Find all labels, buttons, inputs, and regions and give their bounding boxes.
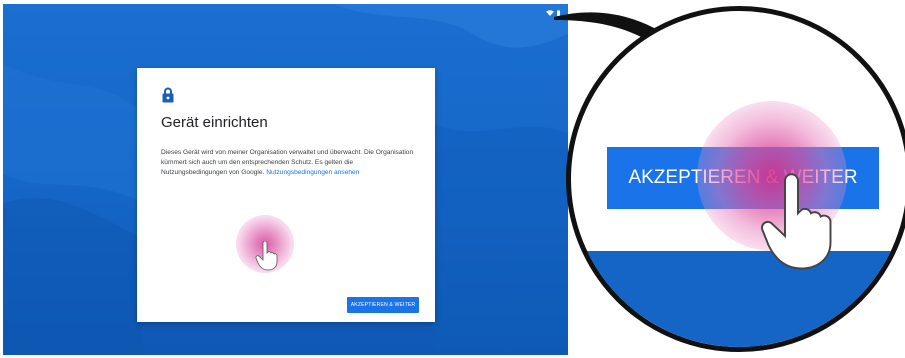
dialog-title: Gerät einrichten (161, 114, 268, 131)
tablet-screen: Gerät einrichten Dieses Gerät wird von m… (3, 4, 568, 355)
magnifier-zoom: AKZEPTIEREN & WEITER (566, 6, 905, 352)
dialog-body: Dieses Gerät wird von meiner Organisatio… (161, 148, 417, 178)
terms-link[interactable]: Nutzungsbedingungen ansehen (266, 169, 359, 176)
zoomed-hand-pointer-icon (761, 173, 832, 270)
tutorial-illustration: Gerät einrichten Dieses Gerät wird von m… (0, 0, 905, 358)
hand-pointer-icon (255, 241, 278, 271)
lock-icon (162, 87, 174, 103)
zoom-background (571, 251, 905, 347)
zoomed-accept-button[interactable]: AKZEPTIEREN & WEITER (607, 147, 879, 209)
accept-continue-button[interactable]: AKZEPTIEREN & WEITER (347, 297, 419, 313)
setup-dialog: Gerät einrichten Dieses Gerät wird von m… (137, 68, 435, 322)
